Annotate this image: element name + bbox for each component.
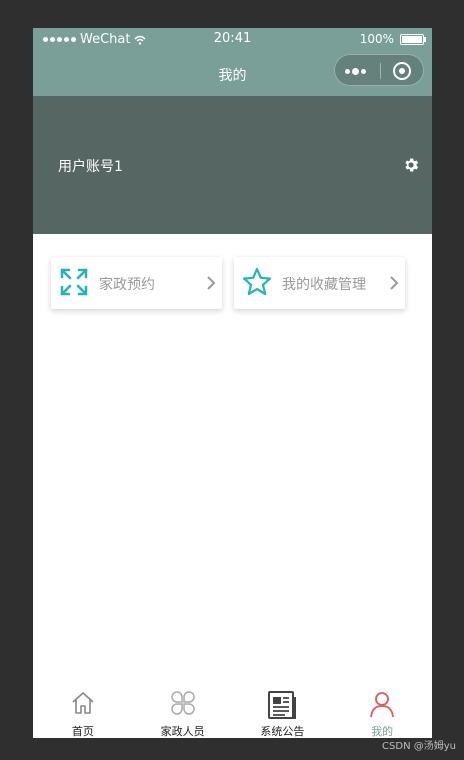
profile-header: 用户账号1 [33, 96, 432, 234]
clover-icon [170, 691, 195, 715]
tab-label: 我的 [371, 725, 394, 738]
user-icon [370, 692, 395, 718]
battery-percent: 100% [359, 32, 394, 46]
battery-icon [400, 33, 426, 45]
watermark: CSDN @汤姆yu [382, 741, 456, 752]
tab-bar: 首页 家政人员 系统公告 我的 [33, 680, 432, 738]
phone-screen: WeChat 20:41 100% 我的 用户账号1 家政预约 我的收藏管理 首… [33, 28, 432, 738]
chevron-right-icon [390, 276, 399, 290]
miniprogram-capsule [334, 54, 424, 86]
target-close-icon[interactable] [393, 62, 411, 80]
card-housekeeping-booking[interactable]: 家政预约 [51, 257, 222, 309]
username: 用户账号1 [58, 159, 123, 175]
tab-announcements[interactable]: 系统公告 [233, 680, 333, 738]
nav-bar: 我的 [33, 50, 432, 96]
tab-home[interactable]: 首页 [33, 680, 133, 738]
tab-label: 系统公告 [260, 725, 305, 738]
tab-label: 家政人员 [160, 725, 205, 738]
status-bar: WeChat 20:41 100% [33, 28, 432, 50]
capsule-divider [380, 63, 381, 79]
star-icon [242, 267, 272, 296]
tab-label: 首页 [71, 725, 94, 738]
home-icon [72, 692, 94, 714]
battery-group: 100% [359, 32, 426, 46]
gear-icon[interactable] [402, 156, 420, 174]
more-dots-icon[interactable] [345, 64, 375, 78]
newspaper-icon [268, 691, 297, 719]
chevron-right-icon [207, 276, 216, 290]
card-label: 我的收藏管理 [282, 277, 366, 293]
card-my-favorites[interactable]: 我的收藏管理 [234, 257, 405, 309]
tab-housekeepers[interactable]: 家政人员 [133, 680, 233, 738]
expand-icon [60, 268, 88, 296]
tab-mine[interactable]: 我的 [332, 680, 432, 738]
card-label: 家政预约 [99, 277, 155, 293]
